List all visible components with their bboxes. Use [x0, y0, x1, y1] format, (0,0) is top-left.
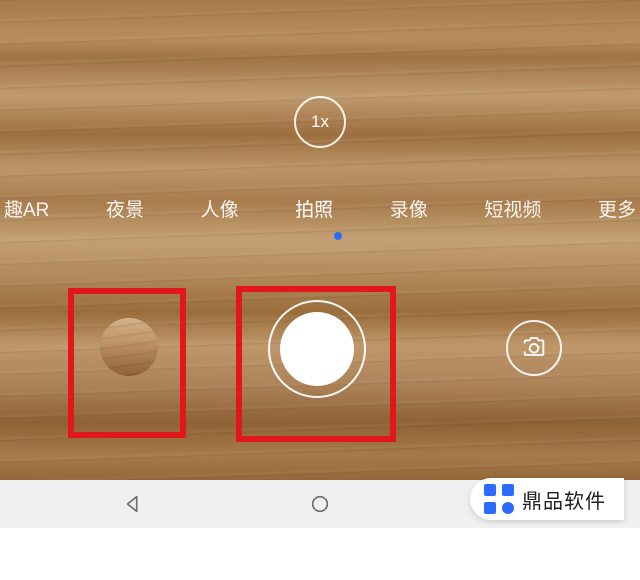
flip-camera-button[interactable]: [506, 320, 562, 376]
mode-portrait[interactable]: 人像: [201, 195, 239, 222]
triangle-back-icon: [122, 493, 144, 515]
mode-night[interactable]: 夜景: [106, 195, 144, 222]
mode-photo[interactable]: 拍照: [295, 195, 333, 222]
zoom-button[interactable]: 1x: [294, 96, 346, 148]
shutter-ring: [268, 300, 366, 398]
mode-ar[interactable]: 趣AR: [4, 195, 49, 222]
camera-viewfinder: 1x 趣AR 夜景 人像 拍照 录像 短视频 更多: [0, 0, 640, 480]
watermark-logo-icon: [484, 484, 514, 514]
controls-row: [0, 300, 640, 440]
shutter-button[interactable]: [280, 312, 354, 386]
mode-selector[interactable]: 趣AR 夜景 人像 拍照 录像 短视频 更多: [0, 195, 640, 222]
mode-more[interactable]: 更多: [598, 195, 636, 222]
zoom-label: 1x: [311, 112, 329, 132]
circle-home-icon: [309, 493, 331, 515]
mode-video[interactable]: 录像: [390, 195, 428, 222]
mode-short-video[interactable]: 短视频: [484, 195, 541, 222]
watermark-text: 鼎品软件: [522, 485, 606, 514]
flip-camera-icon: [520, 334, 548, 362]
bottom-area: [0, 528, 640, 580]
gallery-thumbnail-button[interactable]: [100, 318, 158, 376]
nav-home-button[interactable]: [300, 484, 340, 524]
watermark-badge: 鼎品软件: [470, 478, 624, 520]
nav-back-button[interactable]: [113, 484, 153, 524]
active-mode-indicator-icon: [334, 232, 342, 240]
